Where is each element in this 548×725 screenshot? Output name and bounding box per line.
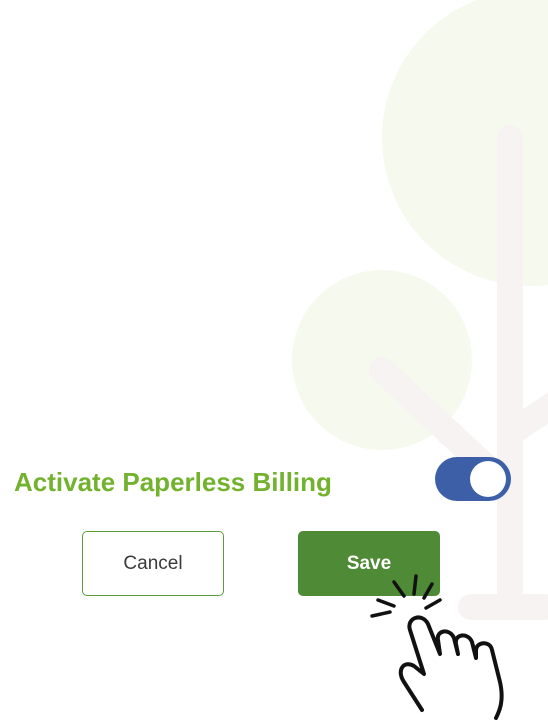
tap-hand-icon xyxy=(370,574,504,720)
paperless-billing-toggle[interactable] xyxy=(435,457,511,501)
toggle-knob xyxy=(470,461,506,497)
paperless-billing-setting: Activate Paperless Billing xyxy=(14,455,514,505)
paperless-billing-label: Activate Paperless Billing xyxy=(14,467,332,497)
cancel-button[interactable]: Cancel xyxy=(82,531,224,596)
